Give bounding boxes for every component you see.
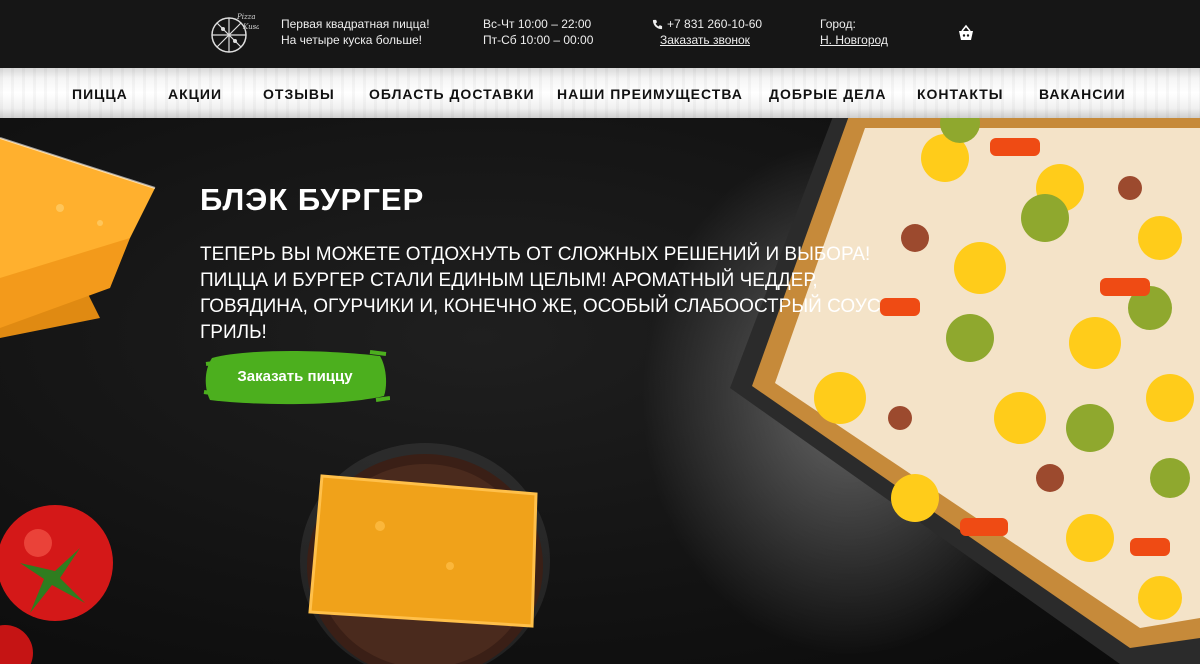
phone-block: +7 831 260-10-60 Заказать звонок xyxy=(652,16,762,48)
hero-banner: БЛЭК БУРГЕР ТЕПЕРЬ ВЫ МОЖЕТЕ ОТДОХНУТЬ О… xyxy=(0,118,1200,664)
nav-item-pizza[interactable]: Пицца xyxy=(72,86,128,102)
burger-patty-image xyxy=(300,443,550,664)
square-pizza-image xyxy=(730,118,1200,664)
basket-icon[interactable] xyxy=(956,24,976,42)
svg-text:Pizza: Pizza xyxy=(236,13,256,21)
nav-item-reviews[interactable]: Отзывы xyxy=(263,86,335,102)
svg-text:Kusa: Kusa xyxy=(242,23,259,31)
nav-item-advantages[interactable]: Наши преимущества xyxy=(557,86,743,102)
tagline: Первая квадратная пицца! На четыре куска… xyxy=(281,16,430,48)
callback-link[interactable]: Заказать звонок xyxy=(660,33,750,47)
order-pizza-label: Заказать пиццу xyxy=(237,368,353,385)
tagline-line-1: Первая квадратная пицца! xyxy=(281,17,430,31)
main-nav: Пицца Акции Отзывы Область доставки Наши… xyxy=(0,68,1200,118)
order-pizza-button[interactable]: Заказать пиццу xyxy=(200,344,390,410)
opening-hours: Вс-Чт 10:00 – 22:00 Пт-Сб 10:00 – 00:00 xyxy=(483,16,593,48)
nav-item-good-deeds[interactable]: Добрые дела xyxy=(769,86,886,102)
cheese-image xyxy=(0,137,156,338)
hours-weekdays: Вс-Чт 10:00 – 22:00 xyxy=(483,17,592,31)
hero-description: ТЕПЕРЬ ВЫ МОЖЕТЕ ОТДОХНУТЬ ОТ СЛОЖНЫХ РЕ… xyxy=(200,244,881,343)
tagline-line-2: На четыре куска больше! xyxy=(281,33,422,47)
phone-number[interactable]: +7 831 260-10-60 xyxy=(667,16,762,32)
nav-item-delivery-area[interactable]: Область доставки xyxy=(369,86,535,102)
tomato-image xyxy=(0,505,113,664)
pizza-slices-logo[interactable]: Pizza Kusa xyxy=(209,7,259,57)
nav-item-contacts[interactable]: Контакты xyxy=(917,86,1003,102)
city-link[interactable]: Н. Новгород xyxy=(820,33,888,47)
hero-title: БЛЭК БУРГЕР xyxy=(200,182,425,217)
nav-item-promotions[interactable]: Акции xyxy=(168,86,222,102)
city-label: Город: xyxy=(820,17,856,31)
city-selector: Город: Н. Новгород xyxy=(820,16,888,48)
nav-item-vacancies[interactable]: Вакансии xyxy=(1039,86,1126,102)
top-header: Pizza Kusa Первая квадратная пицца! На ч… xyxy=(0,0,1200,68)
hours-weekend: Пт-Сб 10:00 – 00:00 xyxy=(483,33,594,47)
phone-icon xyxy=(652,19,663,29)
